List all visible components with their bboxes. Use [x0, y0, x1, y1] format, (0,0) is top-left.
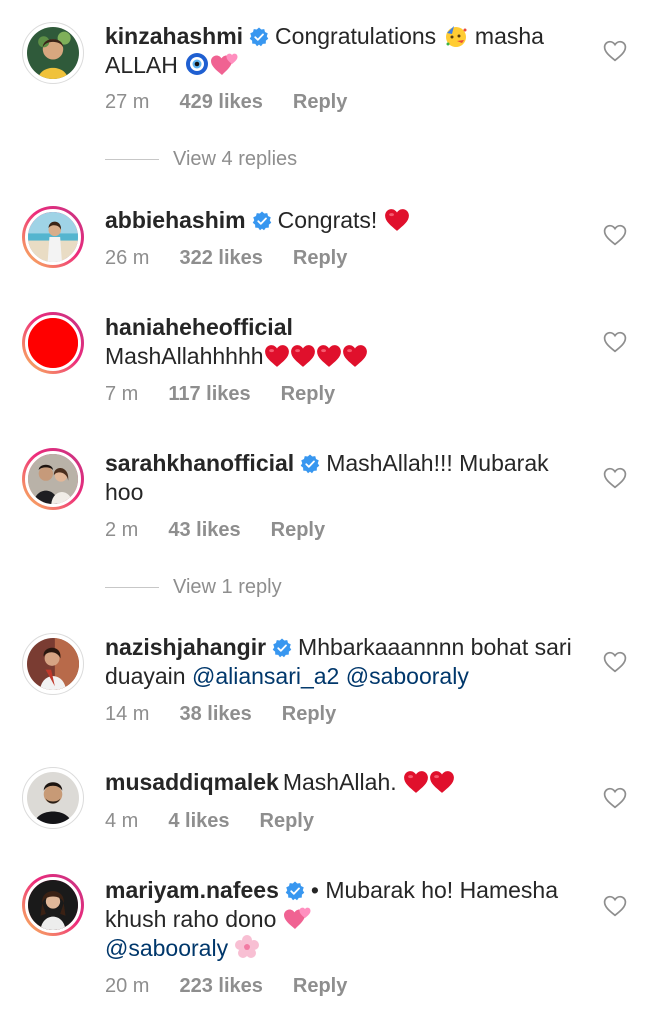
heart-outline-icon[interactable] [603, 331, 627, 353]
comment-meta: 14 m 38 likes Reply [105, 703, 366, 726]
verified-badge-icon [285, 881, 305, 901]
red-heart-emoji-icon [316, 344, 342, 368]
comment-meta: 4 m 4 likes Reply [105, 810, 344, 833]
cherry-blossom-emoji-icon [235, 935, 260, 958]
comment-text: mariyam.nafees • Mubarak ho! Hamesha khus… [105, 876, 585, 963]
red-heart-emoji-icon [342, 344, 368, 368]
comment-body: MashAllahhhhh [105, 343, 264, 369]
avatar[interactable] [22, 874, 84, 936]
reply-button[interactable]: Reply [282, 703, 336, 725]
timestamp: 14 m [105, 703, 150, 725]
username[interactable]: kinzahashmi [105, 23, 243, 49]
comment-meta: 27 m 429 likes Reply [105, 91, 377, 114]
likes-count[interactable]: 429 likes [179, 91, 262, 113]
likes-count[interactable]: 43 likes [168, 519, 240, 541]
avatar[interactable] [22, 448, 84, 510]
comment-meta: 26 m 322 likes Reply [105, 247, 377, 270]
nazar-amulet-emoji-icon [186, 53, 209, 75]
username[interactable]: haniaheheofficial [105, 314, 293, 340]
timestamp: 4 m [105, 810, 139, 832]
reply-button[interactable]: Reply [293, 91, 347, 113]
heart-outline-icon[interactable] [603, 651, 627, 673]
red-heart-emoji-icon [384, 208, 410, 232]
two-hearts-emoji-icon [210, 51, 240, 77]
heart-outline-icon[interactable] [603, 224, 627, 246]
heart-outline-icon[interactable] [603, 467, 627, 489]
mention-link[interactable]: @aliansari_a2 [192, 663, 339, 689]
username[interactable]: nazishjahangir [105, 634, 266, 660]
comment-text: kinzahashmi Congratulations masha ALLAH [105, 22, 585, 80]
verified-badge-icon [300, 454, 320, 474]
timestamp: 20 m [105, 975, 150, 997]
divider-line [105, 587, 159, 589]
mention-link[interactable]: @sabooraly [105, 935, 228, 961]
heart-with-ribbon-emoji-icon [283, 905, 313, 931]
timestamp: 7 m [105, 383, 139, 405]
avatar[interactable] [22, 22, 84, 84]
timestamp: 26 m [105, 247, 150, 269]
username[interactable]: musaddiqmalek [105, 769, 279, 795]
username[interactable]: mariyam.nafees [105, 877, 279, 903]
verified-badge-icon [272, 638, 292, 658]
mention-link[interactable]: @sabooraly [346, 663, 469, 689]
heart-outline-icon[interactable] [603, 895, 627, 917]
timestamp: 2 m [105, 519, 139, 541]
reply-button[interactable]: Reply [293, 247, 347, 269]
verified-badge-icon [252, 211, 272, 231]
verified-badge-icon [249, 27, 269, 47]
username[interactable]: abbiehashim [105, 207, 246, 233]
red-heart-emoji-icon [290, 344, 316, 368]
likes-count[interactable]: 4 likes [168, 810, 229, 832]
red-heart-emoji-icon [403, 770, 429, 794]
comment-text: haniaheheofficial MashAllahhhhh [105, 313, 585, 371]
comment-meta: 2 m 43 likes Reply [105, 519, 355, 542]
red-heart-emoji-icon [264, 344, 290, 368]
heart-outline-icon[interactable] [603, 40, 627, 62]
likes-count[interactable]: 38 likes [179, 703, 251, 725]
comment-body: Congratulations [275, 23, 437, 49]
likes-count[interactable]: 223 likes [179, 975, 262, 997]
username[interactable]: sarahkhanofficial [105, 450, 294, 476]
comment-text: nazishjahangir Mhbarkaaannnn bohat sari d… [105, 633, 585, 691]
red-heart-emoji-icon [429, 770, 455, 794]
comment-text: abbiehashim Congrats! [105, 206, 585, 235]
likes-count[interactable]: 322 likes [179, 247, 262, 269]
heart-outline-icon[interactable] [603, 787, 627, 809]
comment-text: sarahkhanofficial MashAllah!!! Mubarak ho… [105, 449, 585, 507]
comment-meta: 7 m 117 likes Reply [105, 383, 365, 406]
comment-meta: 20 m 223 likes Reply [105, 975, 377, 998]
party-face-emoji-icon [445, 26, 467, 47]
timestamp: 27 m [105, 91, 150, 113]
view-replies-button[interactable]: View 4 replies [105, 148, 297, 171]
comment-text: musaddiqmalek MashAllah. [105, 768, 585, 797]
reply-button[interactable]: Reply [271, 519, 325, 541]
reply-button[interactable]: Reply [293, 975, 347, 997]
reply-button[interactable]: Reply [281, 383, 335, 405]
avatar[interactable] [22, 767, 84, 829]
likes-count[interactable]: 117 likes [168, 383, 250, 405]
avatar[interactable] [22, 633, 84, 695]
comment-body: MashAllah. [282, 769, 397, 795]
divider-line [105, 159, 159, 161]
avatar[interactable] [22, 312, 84, 374]
comment-body: Congrats! [277, 207, 378, 233]
reply-button[interactable]: Reply [260, 810, 314, 832]
view-replies-button[interactable]: View 1 reply [105, 576, 282, 599]
avatar[interactable] [22, 206, 84, 268]
